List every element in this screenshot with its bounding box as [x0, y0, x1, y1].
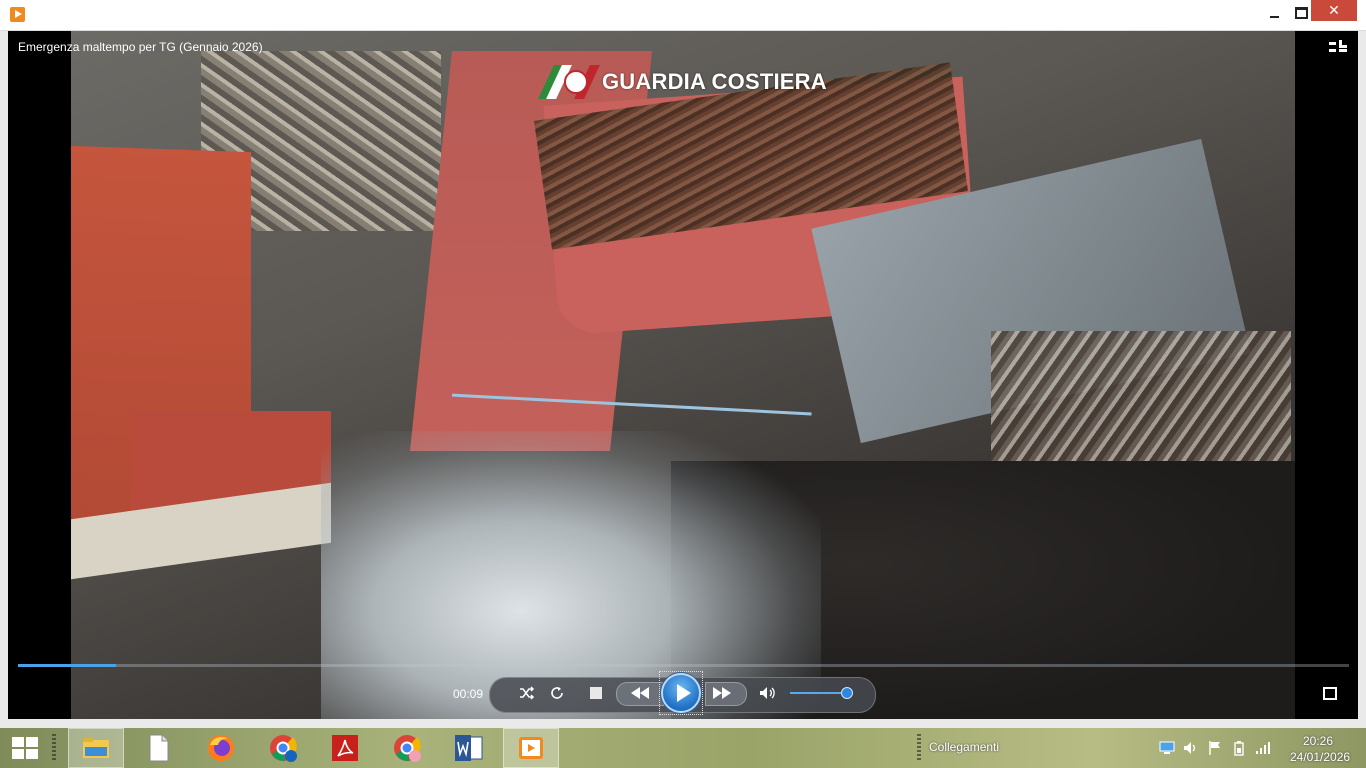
- clock-time: 20:26: [1302, 734, 1334, 748]
- play-button[interactable]: [661, 673, 701, 713]
- signal-bars-icon: [1256, 742, 1270, 754]
- guardia-costiera-watermark: GUARDIA COSTIERA: [538, 63, 827, 101]
- speaker-icon: [1184, 742, 1195, 754]
- speaker-icon: [760, 687, 775, 699]
- chrome-icon: [394, 735, 421, 762]
- watermark-text: GUARDIA COSTIERA: [602, 69, 827, 94]
- taskbar-chrome-profile-t[interactable]: [255, 728, 311, 768]
- video-frame: [71, 31, 1295, 719]
- media-player-icon[interactable]: [10, 7, 25, 22]
- repeat-icon: [551, 687, 563, 699]
- media-player-window: ✕ Emergenza maltempo per TG (Gennaio 202…: [0, 0, 1366, 728]
- links-toolbar[interactable]: Collegamenti: [929, 740, 999, 754]
- stop-button[interactable]: [590, 687, 602, 699]
- taskbar-firefox[interactable]: [193, 728, 249, 768]
- taskbar-file-explorer[interactable]: [68, 728, 124, 768]
- action-center-tray-icon[interactable]: [1207, 740, 1223, 756]
- elapsed-time: 00:09: [453, 687, 484, 701]
- taskbar-grip[interactable]: [52, 734, 56, 762]
- monitor-icon: [1159, 741, 1175, 754]
- system-clock[interactable]: 20:26 24/01/2026: [1290, 733, 1351, 765]
- seek-bar[interactable]: [18, 664, 1349, 667]
- signal-tray-icon[interactable]: [1255, 740, 1271, 756]
- compact-mode-icon[interactable]: [1323, 687, 1337, 700]
- minimize-icon: [1269, 16, 1279, 18]
- seek-bar-progress: [18, 664, 117, 667]
- switch-to-library-icon[interactable]: [1329, 40, 1347, 54]
- taskbar-chrome-profile-2[interactable]: [379, 728, 435, 768]
- maximize-icon: [1294, 7, 1308, 19]
- next-button[interactable]: [708, 685, 736, 701]
- rewind-icon: [631, 687, 649, 699]
- battery-plug-icon: [1234, 741, 1244, 756]
- toolbar-grip[interactable]: [917, 734, 921, 762]
- taskbar-acrobat[interactable]: [317, 728, 373, 768]
- video-area[interactable]: Emergenza maltempo per TG (Gennaio 2026)…: [8, 31, 1358, 719]
- volume-slider-thumb[interactable]: [840, 687, 853, 699]
- pdf-icon: [332, 735, 358, 761]
- taskbar-blank-document[interactable]: [131, 728, 187, 768]
- previous-button[interactable]: [626, 685, 654, 701]
- clock-date: 24/01/2026: [1290, 750, 1351, 764]
- volume-tray-icon[interactable]: [1183, 740, 1199, 756]
- taskbar-word[interactable]: [441, 728, 497, 768]
- mute-button[interactable]: [758, 685, 778, 701]
- guardia-costiera-logo-icon: [538, 63, 600, 101]
- start-button[interactable]: [12, 737, 38, 759]
- shuffle-icon: [520, 686, 535, 700]
- firefox-icon: [208, 735, 234, 761]
- folder-icon: [83, 738, 109, 758]
- wave-spray: [321, 431, 821, 719]
- word-icon: [455, 735, 483, 761]
- title-bar[interactable]: ✕: [0, 0, 1366, 31]
- media-player-icon: [519, 737, 543, 759]
- taskbar: Collegamenti 20:26 24/01/2026: [0, 728, 1366, 768]
- shuffle-button[interactable]: [518, 684, 536, 702]
- battery-tray-icon[interactable]: [1231, 740, 1247, 756]
- close-button[interactable]: ✕: [1311, 0, 1357, 21]
- fast-forward-icon: [713, 687, 731, 699]
- flag-icon: [1209, 741, 1220, 755]
- network-tray-icon[interactable]: [1159, 740, 1175, 756]
- chrome-icon: [270, 735, 297, 762]
- taskbar-media-player[interactable]: [503, 728, 559, 768]
- video-title: Emergenza maltempo per TG (Gennaio 2026): [18, 40, 263, 54]
- repeat-button[interactable]: [548, 684, 566, 702]
- document-icon: [149, 734, 169, 762]
